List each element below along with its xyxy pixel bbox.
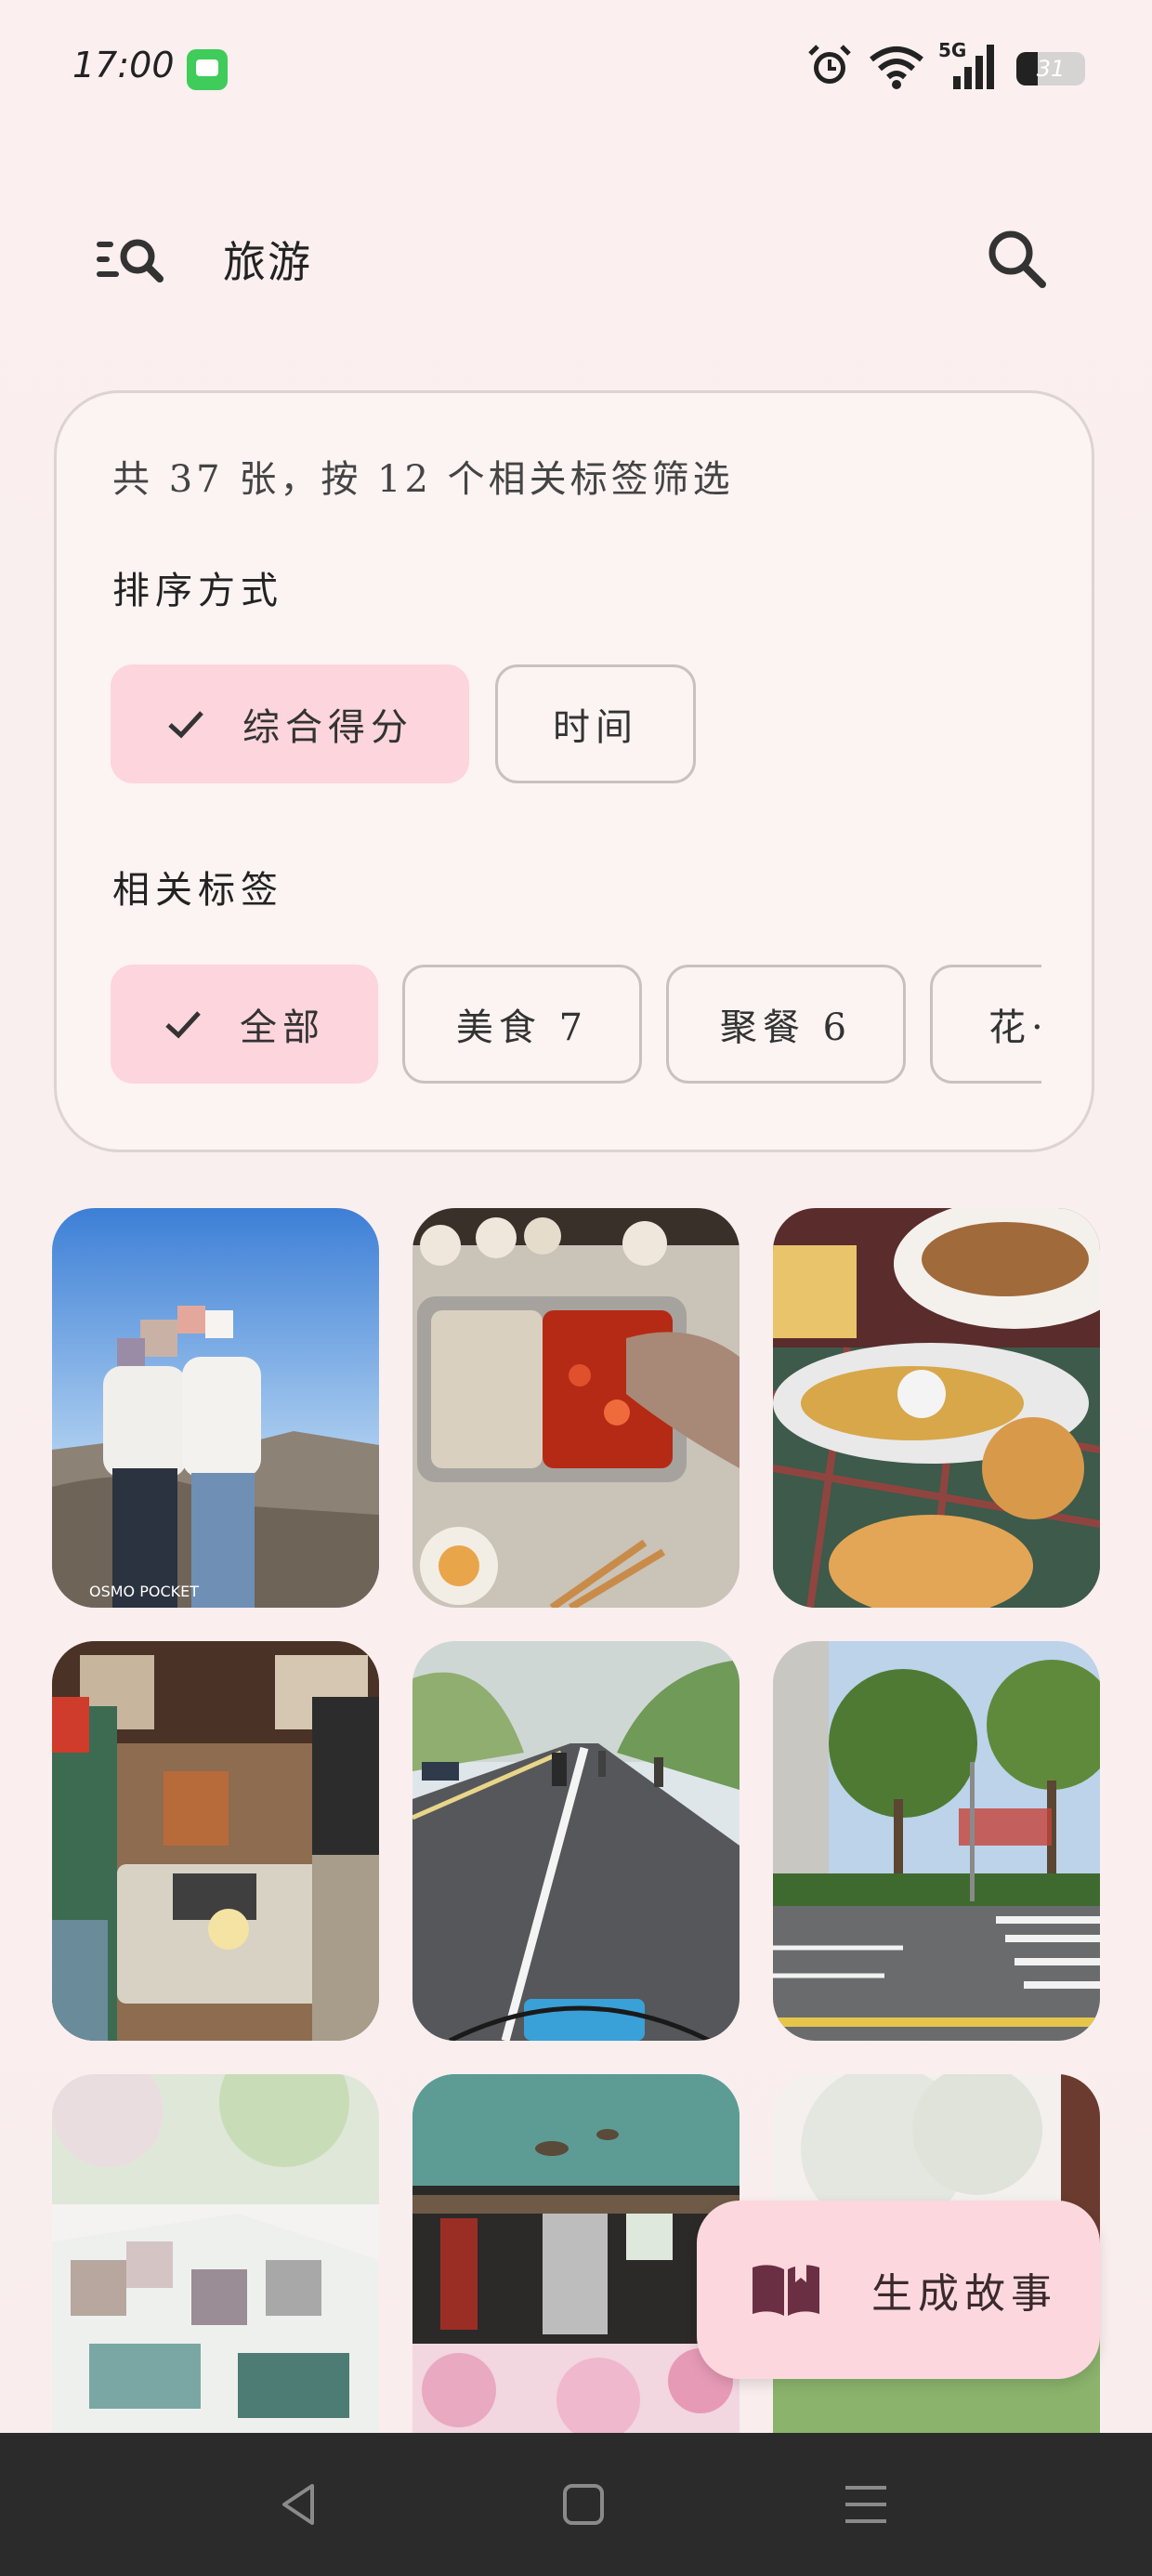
status-bar: 17:00 5G 31 [0,0,1152,139]
tag-chip-food[interactable]: 美食 7 [402,965,642,1084]
fried-food-photo [773,1208,1100,1608]
tag-chip-label: 花· [988,1006,1041,1049]
photo-tile-lake-pavilion[interactable] [412,2074,740,2433]
battery-icon: 31 [1016,52,1085,85]
filter-card: 共 37 张，按 12 个相关标签筛选 排序方式 综合得分 时间 相关标签 全部… [54,390,1094,1152]
sort-option-label: 综合得分 [242,706,413,749]
battery-percent: 31 [1036,56,1066,82]
page-title: 旅游 [223,237,312,287]
tag-chip-label: 聚餐 6 [719,1006,853,1049]
book-icon [753,2264,819,2316]
restaurant-group-photo [52,1641,379,2041]
tag-chip-dinner[interactable]: 聚餐 6 [666,965,906,1084]
search-icon[interactable] [983,225,1050,292]
lake-pavilion-photo [412,2074,740,2433]
street-trees-photo [773,1641,1100,2041]
blossom-photo-collage [52,2074,379,2433]
wifi-icon [870,46,923,89]
tag-chip-row[interactable]: 全部 美食 7 聚餐 6 花· [57,965,1041,1095]
tag-chip-label: 全部 [240,1006,325,1049]
photo-watermark: OSMO POCKET [89,1583,199,1600]
bike-road-photo [412,1641,740,2041]
filter-summary: 共 37 张，按 12 个相关标签筛选 [112,458,734,501]
tag-chip-all[interactable]: 全部 [111,965,378,1084]
generate-story-button[interactable]: 生成故事 [697,2201,1100,2379]
tags-label: 相关标签 [112,869,283,912]
photo-tile-fried-food[interactable] [773,1208,1100,1608]
photo-tile-mountain[interactable]: OSMO POCKET [52,1208,379,1608]
home-icon[interactable] [554,2475,613,2534]
photo-tile-hotpot[interactable] [412,1208,740,1608]
tag-chip-label: 美食 7 [455,1006,589,1049]
check-icon [168,711,203,739]
photo-tile-restaurant[interactable] [52,1641,379,2041]
photo-tile-street-trees[interactable] [773,1641,1100,2041]
hotpot-photo [412,1208,740,1608]
back-icon[interactable] [271,2475,331,2534]
menu-icon[interactable] [836,2475,896,2534]
messages-icon [187,49,228,90]
menu-search-icon[interactable] [93,227,167,292]
sort-label: 排序方式 [112,570,283,612]
sort-option-score[interactable]: 综合得分 [111,664,469,783]
tag-chip-flower[interactable]: 花· [930,965,1041,1084]
signal-icon [953,45,994,89]
photo-tile-bike-road[interactable] [412,1641,740,2041]
photo-tile-blossom-collage[interactable] [52,2074,379,2433]
check-icon [165,1011,201,1039]
mountain-couple-photo: OSMO POCKET [52,1208,379,1608]
generate-story-label: 生成故事 [871,2270,1057,2318]
sort-option-time[interactable]: 时间 [495,664,696,783]
alarm-icon [808,45,851,84]
sort-option-label: 时间 [553,706,638,749]
status-time: 17:00 [72,45,175,85]
system-nav-bar [0,2433,1152,2576]
